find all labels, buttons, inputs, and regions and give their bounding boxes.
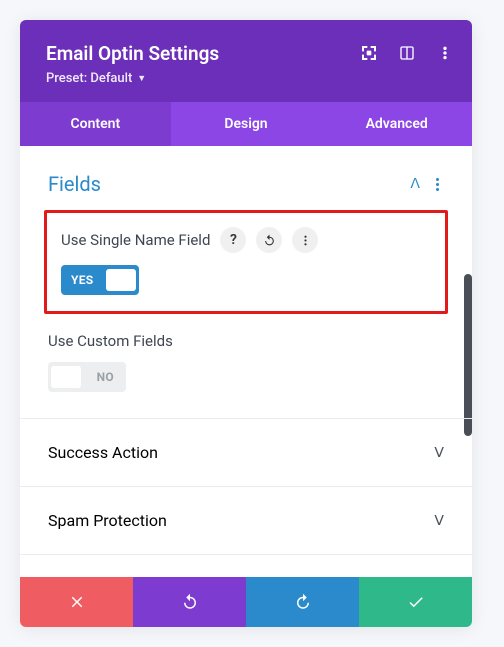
field-more-icon[interactable] bbox=[292, 227, 318, 253]
toggle-off-label: NO bbox=[97, 370, 114, 384]
divider bbox=[20, 554, 472, 555]
section-head-success-action[interactable]: Success Action ᐯ bbox=[44, 419, 448, 486]
focus-icon[interactable] bbox=[360, 44, 378, 62]
caret-down-icon: ▼ bbox=[137, 73, 146, 84]
settings-panel: Email Optin Settings Preset: Default ▼ C… bbox=[20, 20, 472, 627]
check-icon bbox=[407, 593, 425, 611]
tab-bar: Content Design Advanced bbox=[20, 102, 472, 146]
highlight-box: Use Single Name Field ? YES bbox=[44, 210, 448, 314]
chevron-down-icon: ᐯ bbox=[434, 513, 444, 529]
reset-icon[interactable] bbox=[256, 227, 282, 253]
toggle-use-custom-fields[interactable]: NO bbox=[48, 362, 126, 392]
label-use-single-name: Use Single Name Field bbox=[61, 231, 210, 249]
label-use-custom-fields: Use Custom Fields bbox=[48, 332, 444, 350]
section-title-success-action: Success Action bbox=[48, 443, 158, 462]
tab-advanced[interactable]: Advanced bbox=[321, 102, 472, 146]
chevron-up-icon: ᐱ bbox=[410, 176, 420, 192]
section-title-spam-protection: Spam Protection bbox=[48, 511, 167, 530]
chevron-down-icon: ᐯ bbox=[434, 445, 444, 461]
toggle-on-label: YES bbox=[71, 273, 93, 287]
redo-icon bbox=[294, 593, 312, 611]
more-icon[interactable] bbox=[436, 44, 454, 62]
undo-icon bbox=[181, 593, 199, 611]
toggle-use-single-name[interactable]: YES bbox=[61, 265, 139, 295]
header-actions bbox=[360, 44, 454, 62]
save-button[interactable] bbox=[359, 577, 472, 627]
tab-design[interactable]: Design bbox=[171, 102, 322, 146]
field-use-custom-fields: Use Custom Fields NO bbox=[44, 328, 448, 418]
field-use-single-name: Use Single Name Field ? bbox=[61, 227, 431, 253]
preset-label: Preset: Default bbox=[46, 71, 132, 86]
footer-actions bbox=[20, 577, 472, 627]
tab-content[interactable]: Content bbox=[20, 102, 171, 146]
undo-button[interactable] bbox=[133, 577, 246, 627]
help-icon[interactable]: ? bbox=[220, 227, 246, 253]
section-more-icon[interactable] bbox=[430, 178, 444, 191]
section-head-spam-protection[interactable]: Spam Protection ᐯ bbox=[44, 487, 448, 554]
preset-selector[interactable]: Preset: Default ▼ bbox=[46, 71, 446, 86]
panel-body: Fields ᐱ Use Single Name Field ? YES bbox=[20, 146, 472, 555]
panel-header: Email Optin Settings Preset: Default ▼ bbox=[20, 20, 472, 102]
toggle-knob bbox=[106, 269, 136, 291]
close-icon bbox=[68, 593, 86, 611]
layout-icon[interactable] bbox=[398, 44, 416, 62]
section-head-fields[interactable]: Fields ᐱ bbox=[44, 166, 448, 206]
cancel-button[interactable] bbox=[20, 577, 133, 627]
toggle-knob bbox=[51, 366, 81, 388]
redo-button[interactable] bbox=[246, 577, 359, 627]
section-title-fields: Fields bbox=[48, 172, 101, 196]
